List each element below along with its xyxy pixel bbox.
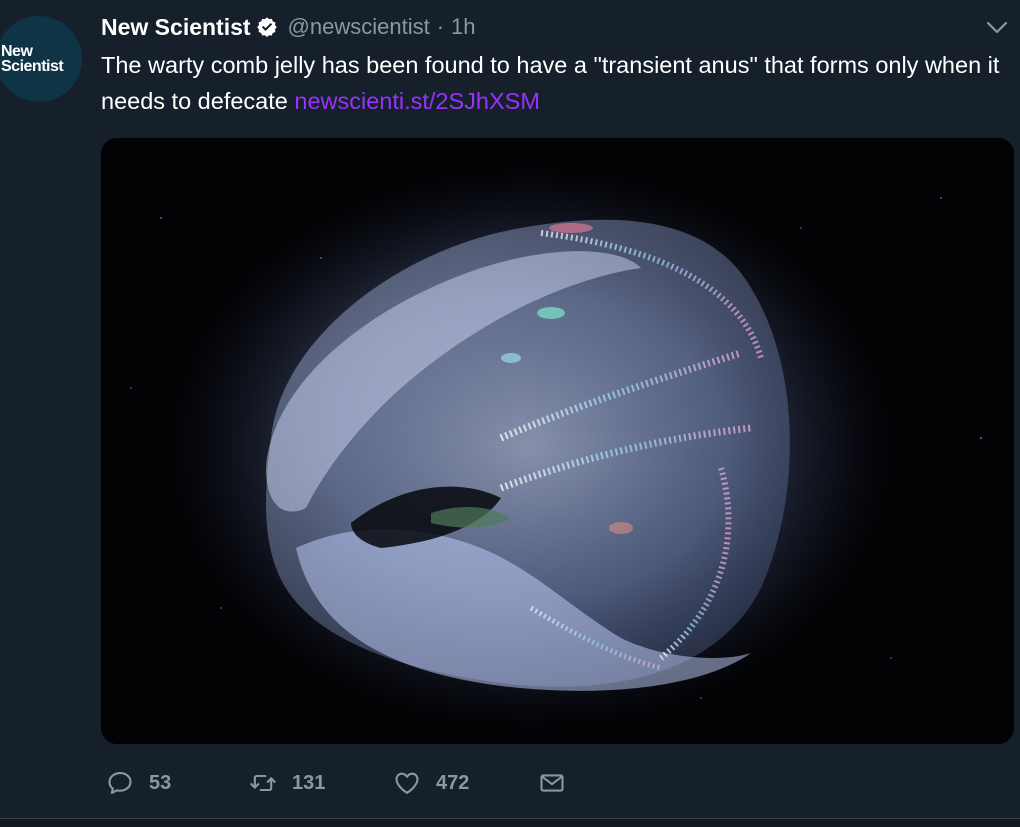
tweet-timestamp[interactable]: 1h xyxy=(451,14,475,40)
direct-message-button[interactable] xyxy=(538,763,566,803)
tweet-link[interactable]: newscienti.st/2SJhXSM xyxy=(294,88,540,114)
separator-dot: · xyxy=(436,14,445,39)
avatar-line-2: Scientist xyxy=(1,58,64,75)
tweet-body: The warty comb jelly has been found to h… xyxy=(101,52,1000,114)
like-button[interactable]: 472 xyxy=(393,763,469,803)
reply-icon xyxy=(108,772,132,794)
retweet-icon xyxy=(250,774,276,792)
author-handle[interactable]: @newscientist xyxy=(288,14,430,40)
chevron-down-icon[interactable] xyxy=(986,20,1008,36)
tweet-text: The warty comb jelly has been found to h… xyxy=(101,47,1001,119)
heart-icon xyxy=(395,772,419,794)
envelope-icon xyxy=(540,774,564,792)
avatar-logo-text: New Scientist xyxy=(1,43,64,75)
tweet-header: New Scientist @newscientist · 1h xyxy=(101,10,476,44)
reply-count: 53 xyxy=(149,771,172,794)
retweet-count: 131 xyxy=(292,771,326,794)
comb-jelly-photo xyxy=(101,138,1014,744)
author-name[interactable]: New Scientist xyxy=(101,14,251,41)
retweet-button[interactable]: 131 xyxy=(249,763,325,803)
reply-button[interactable]: 53 xyxy=(106,763,171,803)
avatar-line-1: New xyxy=(1,43,33,60)
avatar[interactable]: New Scientist xyxy=(0,16,82,102)
tweet[interactable]: New Scientist New Scientist @newscientis… xyxy=(0,0,1020,827)
tweet-media-image[interactable] xyxy=(101,138,1014,744)
verified-badge-icon xyxy=(256,16,278,38)
like-count: 472 xyxy=(436,771,470,794)
